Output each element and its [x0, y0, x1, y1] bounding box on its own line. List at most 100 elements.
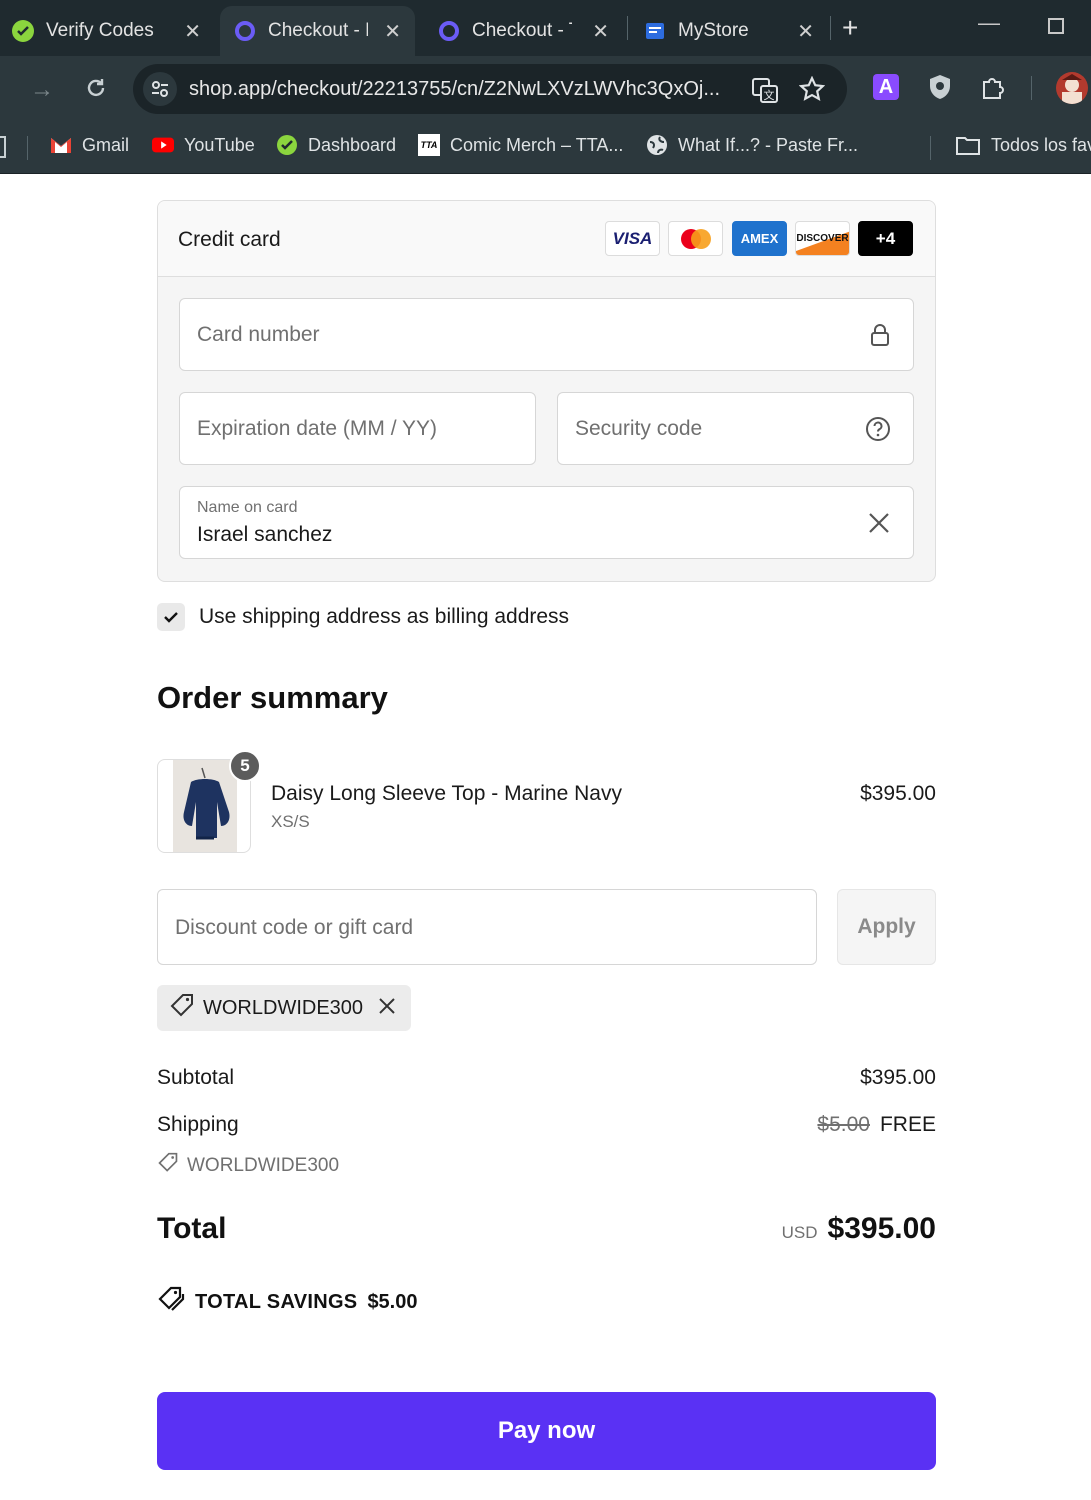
billing-checkbox-label: Use shipping address as billing address	[199, 605, 570, 628]
verify-check-icon	[10, 18, 36, 44]
avatar[interactable]	[1056, 72, 1088, 104]
shield-icon[interactable]	[928, 74, 952, 105]
quantity-badge: 5	[229, 750, 261, 782]
translate-icon[interactable]: 文	[751, 76, 779, 109]
savings-label: TOTAL SAVINGS	[195, 1290, 358, 1313]
close-icon[interactable]: ✕	[384, 19, 401, 44]
total-label: Total	[157, 1212, 227, 1245]
maximize-icon[interactable]	[1048, 18, 1064, 34]
discover-logo-icon: DISCOVER	[795, 221, 850, 256]
bookmark-separator	[27, 136, 28, 160]
bookmark-comic-merch[interactable]: TTA Comic Merch – TTA...	[418, 134, 623, 156]
billing-checkbox[interactable]	[157, 603, 185, 631]
tab-separator	[830, 16, 831, 40]
forward-icon[interactable]: →	[30, 76, 54, 104]
tab-title: Checkout - T	[472, 20, 572, 41]
shipping-value-row: $5.00 FREE	[817, 1113, 936, 1137]
shipping-original-price: $5.00	[817, 1113, 870, 1136]
tab-checkout-1[interactable]: Checkout - L ✕	[220, 6, 415, 56]
product-name: Daisy Long Sleeve Top - Marine Navy	[271, 782, 622, 805]
tab-checkout-2[interactable]: Checkout - T ✕	[428, 6, 623, 56]
bookmark-gmail[interactable]: Gmail	[50, 134, 129, 156]
applied-code-text: WORLDWIDE300	[203, 996, 364, 1019]
tab-title: Checkout - L	[268, 20, 368, 41]
applied-discount-chip: WORLDWIDE300	[157, 985, 411, 1031]
card-number-field[interactable]: Card number	[179, 298, 914, 371]
product-price: $395.00	[860, 782, 936, 805]
payment-method-title: Credit card	[178, 228, 281, 251]
close-icon[interactable]: ✕	[797, 19, 814, 44]
shipping-code-text: WORLDWIDE300	[187, 1155, 340, 1176]
site-settings-icon[interactable]	[143, 72, 177, 106]
apply-discount-button[interactable]: Apply	[837, 889, 936, 965]
gmail-icon	[50, 134, 72, 156]
pay-now-button[interactable]: Pay now	[157, 1392, 936, 1470]
credit-card-panel: Credit card VISA AMEX DISCOVER +4 Card n…	[157, 200, 936, 582]
remove-code-x-icon[interactable]	[377, 996, 397, 1021]
close-icon[interactable]: ✕	[184, 19, 201, 44]
visa-logo-icon: VISA	[605, 221, 660, 256]
security-code-field[interactable]: Security code	[557, 392, 914, 465]
bookmarks-bar: Gmail YouTube Dashboard TTA Comic Merch …	[0, 122, 1091, 174]
url-text: shop.app/checkout/22213755/cn/Z2NwLXVzLW…	[189, 77, 721, 100]
address-bar[interactable]: shop.app/checkout/22213755/cn/Z2NwLXVzLW…	[133, 64, 847, 114]
card-number-placeholder: Card number	[197, 323, 320, 346]
credit-card-header[interactable]: Credit card VISA AMEX DISCOVER +4	[158, 201, 935, 277]
name-on-card-value: Israel sanchez	[197, 523, 333, 546]
expiration-date-field[interactable]: Expiration date (MM / YY)	[179, 392, 536, 465]
minimize-icon[interactable]: —	[978, 10, 1000, 36]
tab-title: Verify Codes	[46, 20, 154, 41]
total-value-row: USD $395.00	[782, 1212, 936, 1246]
tag-icon	[169, 993, 195, 1024]
total-savings: TOTAL SAVINGS $5.00	[157, 1286, 418, 1318]
total-value: $395.00	[827, 1212, 936, 1245]
shipping-label: Shipping	[157, 1113, 239, 1136]
bookmark-youtube[interactable]: YouTube	[152, 134, 255, 156]
tab-verify-codes[interactable]: Verify Codes ✕	[10, 6, 215, 56]
shop-icon	[232, 18, 258, 44]
apps-icon[interactable]	[0, 136, 6, 158]
bookmark-star-icon[interactable]	[798, 75, 826, 107]
tab-mystore[interactable]: MyStore ✕	[638, 6, 828, 56]
tta-icon: TTA	[418, 134, 440, 156]
product-variant: XS/S	[271, 812, 310, 831]
dashboard-icon	[276, 134, 298, 156]
bookmark-label: Comic Merch – TTA...	[450, 134, 624, 155]
savings-tag-icon	[157, 1286, 185, 1318]
youtube-icon	[152, 134, 174, 156]
shop-icon	[436, 18, 462, 44]
extensions-puzzle-icon[interactable]	[980, 74, 1006, 105]
bookmark-dashboard[interactable]: Dashboard	[276, 134, 396, 156]
tag-icon	[157, 1152, 179, 1180]
extension-a-icon[interactable]: A	[873, 74, 899, 100]
expiration-placeholder: Expiration date (MM / YY)	[197, 417, 438, 440]
clear-x-icon[interactable]	[867, 511, 891, 540]
reload-icon[interactable]	[84, 76, 108, 107]
mastercard-logo-icon	[668, 221, 723, 256]
bookmark-label: Dashboard	[308, 134, 397, 155]
bookmark-label: Gmail	[82, 134, 130, 155]
bookmark-what-if[interactable]: What If...? - Paste Fr...	[646, 134, 858, 156]
security-code-placeholder: Security code	[575, 417, 703, 440]
browser-tab-bar: Verify Codes ✕ Checkout - L ✕ Checkout -…	[0, 0, 1091, 56]
name-on-card-field[interactable]: Name on card Israel sanchez	[179, 486, 914, 559]
savings-value: $5.00	[367, 1290, 418, 1313]
billing-same-as-shipping[interactable]: Use shipping address as billing address	[157, 603, 569, 631]
discount-placeholder: Discount code or gift card	[175, 916, 414, 939]
order-summary-heading: Order summary	[157, 680, 388, 715]
checkmark-icon	[164, 612, 178, 623]
tab-separator	[627, 16, 628, 40]
subtotal-value: $395.00	[860, 1066, 936, 1089]
store-icon	[642, 18, 668, 44]
bookmark-label: Todos los fav	[991, 134, 1091, 155]
more-brands-badge: +4	[858, 221, 913, 256]
bookmark-folder-todos[interactable]: Todos los fav	[955, 134, 1091, 156]
shipping-value: FREE	[879, 1113, 936, 1136]
new-tab-icon[interactable]: +	[842, 12, 858, 44]
close-icon[interactable]: ✕	[592, 19, 609, 44]
svg-text:文: 文	[764, 88, 775, 102]
help-question-icon[interactable]	[865, 416, 891, 447]
discount-code-input[interactable]: Discount code or gift card	[157, 889, 817, 965]
total-currency: USD	[781, 1223, 818, 1242]
tab-title: MyStore	[678, 20, 749, 41]
